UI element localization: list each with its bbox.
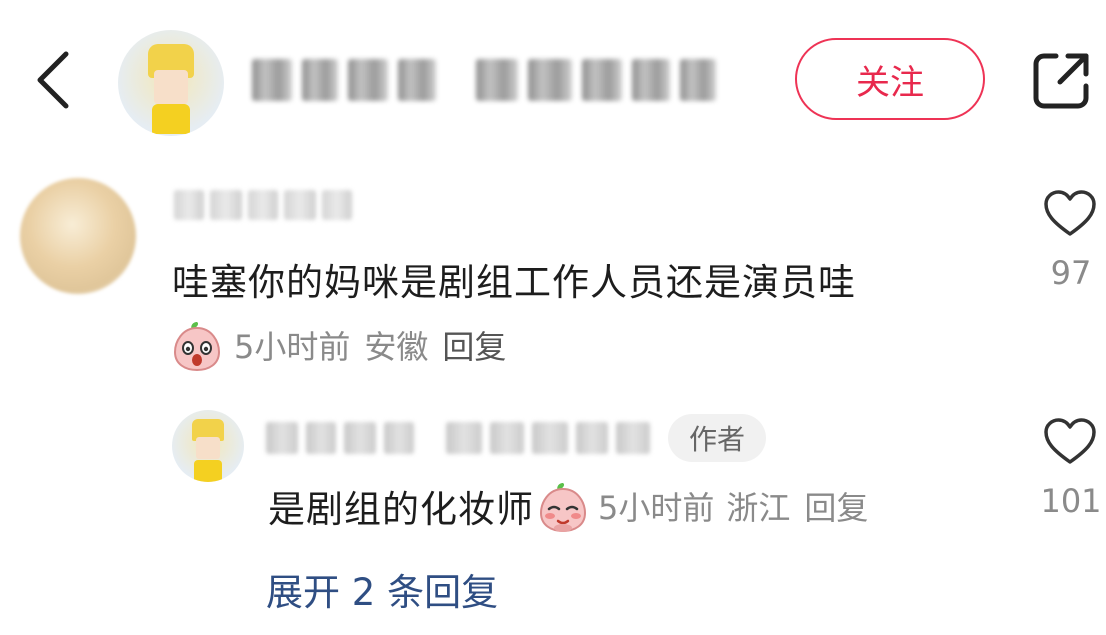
comment-time: 5小时前 bbox=[234, 328, 351, 366]
expand-replies-link[interactable]: 展开 2 条回复 bbox=[266, 562, 498, 616]
follow-button[interactable]: 关注 bbox=[795, 38, 985, 120]
peach-surprised-sticker-icon bbox=[172, 318, 222, 372]
follow-button-label: 关注 bbox=[856, 62, 924, 103]
reply-author-avatar[interactable] bbox=[172, 410, 244, 482]
author-badge-label: 作者 bbox=[688, 423, 745, 456]
commenter-avatar[interactable] bbox=[20, 178, 136, 294]
comment-meta: 5小时前 安徽 回复 bbox=[172, 318, 506, 372]
heart-icon[interactable] bbox=[1043, 418, 1097, 466]
reply-time: 5小时前 bbox=[598, 489, 715, 527]
reply-location: 浙江 bbox=[726, 489, 791, 527]
reply-content: 是剧组的化妆师 5小时前 浙江 回复 bbox=[268, 478, 868, 534]
comment-location: 安徽 bbox=[364, 328, 429, 366]
back-icon[interactable] bbox=[30, 48, 78, 112]
reply-like-count: 101 bbox=[1040, 482, 1102, 520]
commenter-name-blurred[interactable] bbox=[174, 186, 352, 224]
comment-like-count: 97 bbox=[1050, 254, 1092, 292]
reply-text: 是剧组的化妆师 bbox=[268, 488, 534, 531]
external-share-icon[interactable] bbox=[1030, 48, 1094, 112]
author-badge: 作者 bbox=[668, 414, 766, 462]
reply-author-name-blurred[interactable] bbox=[266, 418, 650, 458]
comment-text: 哇塞你的妈咪是剧组工作人员还是演员哇 bbox=[172, 261, 856, 304]
heart-icon[interactable] bbox=[1043, 190, 1097, 238]
reply-reply-button[interactable]: 回复 bbox=[804, 483, 868, 529]
peach-blushing-sticker-icon bbox=[538, 479, 588, 533]
author-name-blurred[interactable] bbox=[252, 56, 716, 104]
comment-reply-button[interactable]: 回复 bbox=[442, 322, 506, 368]
author-avatar[interactable] bbox=[118, 30, 224, 136]
